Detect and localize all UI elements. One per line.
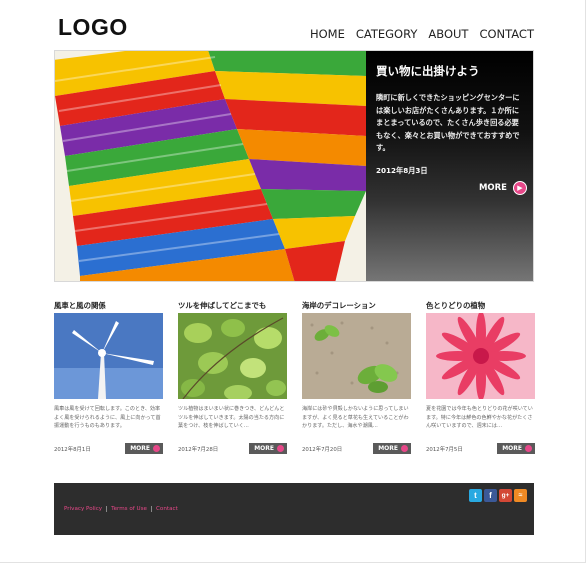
card-title[interactable]: 海岸のデコレーション [302,300,411,311]
hero-title[interactable]: 買い物に出掛けよう [376,63,525,79]
card-title[interactable]: 風車と風の関係 [54,300,163,311]
hero-slider: 買い物に出掛けよう 隣町に新しくできたショッピングセンターには楽しいお店がたくさ… [54,50,534,282]
google-plus-icon[interactable]: g+ [499,489,512,502]
article-card: ツルを伸ばしてどこまでも ツル植物はまいまい状に巻きつき、どんどんとツルを伸ばし… [178,300,287,454]
pink-flower-image[interactable] [426,313,535,399]
rss-icon[interactable]: ≈ [514,489,527,502]
social-icons: t f g+ ≈ [469,489,527,502]
nav-about[interactable]: ABOUT [428,27,468,41]
hero-date: 2012年8月3日 [376,165,428,175]
hero-image[interactable] [55,51,366,282]
card-excerpt: ツル植物はまいまい状に巻きつき、どんどんとツルを伸ばしていきます。太陽の当たる方… [178,406,285,430]
card-more-button[interactable]: MORE [125,443,163,454]
twitter-icon[interactable]: t [469,489,482,502]
article-card: 風車と風の関係 風車は風を受けて回転します。このとき、効率よく風を受けられるよう… [54,300,163,454]
nav-home[interactable]: HOME [310,27,345,41]
card-more-label: MORE [502,445,522,452]
card-more-button[interactable]: MORE [373,443,411,454]
card-excerpt: 夏を花園では今年も色とりどりの花が咲いています。特に今年は鮮色の色鮮やかな花がた… [426,406,533,430]
card-excerpt: 海岸には砂や貝殻しかないように思ってしまいますが、よく見ると草花も生えていること… [302,406,409,430]
card-more-label: MORE [254,445,274,452]
nav-contact[interactable]: CONTACT [479,27,534,41]
card-more-button[interactable]: MORE [497,443,535,454]
nav-category[interactable]: CATEGORY [356,27,418,41]
arrow-right-icon [153,445,160,452]
card-date: 2012年8月1日 [54,446,91,453]
card-title[interactable]: ツルを伸ばしてどこまでも [178,300,287,311]
card-more-button[interactable]: MORE [249,443,287,454]
arrow-right-icon: ▶ [513,181,527,195]
terms-of-use-link[interactable]: Terms of Use [106,506,151,512]
hero-description: 隣町に新しくできたショッピングセンターには楽しいお店がたくさんあります。１か所に… [376,93,520,152]
arrow-right-icon [525,445,532,452]
card-excerpt: 風車は風を受けて回転します。このとき、効率よく風を受けられるように、風上に向かっ… [54,406,161,430]
card-title[interactable]: 色とりどりの植物 [426,300,535,311]
hero-more-button[interactable]: MORE ▶ [479,181,527,195]
privacy-policy-link[interactable]: Privacy Policy [60,506,106,512]
card-more-label: MORE [130,445,150,452]
card-more-label: MORE [378,445,398,452]
card-date: 2012年7月5日 [426,446,463,453]
arrow-right-icon [277,445,284,452]
facebook-icon[interactable]: f [484,489,497,502]
contact-link[interactable]: Contact [151,506,182,512]
card-date: 2012年7月20日 [302,446,343,453]
footer-links: Privacy Policy Terms of Use Contact [60,506,182,512]
site-logo[interactable]: LOGO [58,14,128,41]
hero-more-label: MORE [478,183,507,193]
article-card: 色とりどりの植物 夏を花園では今年も色とりどりの花が咲いています。特に今年は鮮色… [426,300,535,454]
article-card: 海岸のデコレーション 海岸には砂や貝殻しかないように思ってしまいますが、よく見る… [302,300,411,454]
arrow-right-icon [401,445,408,452]
card-date: 2012年7月28日 [178,446,219,453]
hero-caption-panel: 買い物に出掛けよう 隣町に新しくできたショッピングセンターには楽しいお店がたくさ… [366,51,533,281]
main-nav: HOME CATEGORY ABOUT CONTACT [310,27,534,41]
vine-leaves-image[interactable] [178,313,287,399]
windmill-image[interactable] [54,313,163,399]
sand-sprout-image[interactable] [302,313,411,399]
site-footer: Privacy Policy Terms of Use Contact t f … [54,483,534,535]
